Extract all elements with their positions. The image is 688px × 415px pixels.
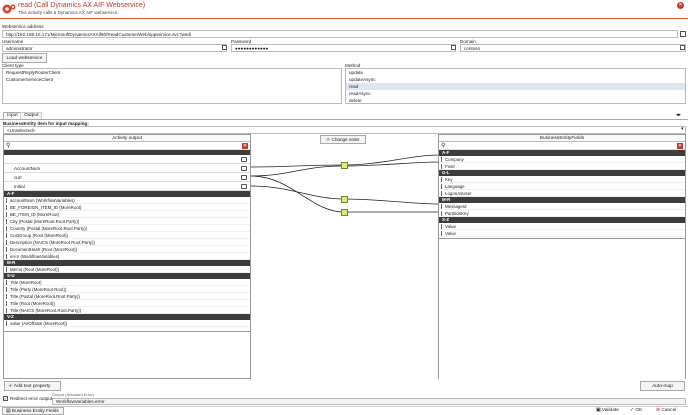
method-list[interactable]: update updateAsync read readAsync delete [345, 68, 686, 104]
cube-icon [241, 166, 247, 171]
list-item[interactable]: value (AsOfDate (MoreRoot)) [4, 320, 250, 327]
list-item[interactable]: Value [439, 230, 685, 237]
list-item[interactable]: City (Postal (MoreRoot.Root.Party)) [4, 218, 250, 225]
header-divider [0, 18, 688, 19]
list-item[interactable]: Language [439, 183, 685, 190]
mapping-node[interactable] [341, 209, 348, 216]
mapping-node[interactable] [341, 196, 348, 203]
search-icon[interactable]: ⚲ [441, 142, 445, 149]
client-type-list[interactable]: RequestReplyRouterClient CustomerService… [2, 68, 342, 104]
load-webservice-button[interactable]: Load webservice [2, 53, 47, 63]
checkmark-icon: ✓ [630, 408, 635, 413]
chevron-down-icon[interactable]: ▾ [681, 126, 684, 132]
password-input[interactable]: ●●●●●●●●●●●● [231, 44, 456, 52]
list-item[interactable]: Title (Party (MoreRoot.Root)) [4, 286, 250, 293]
list-item[interactable]: update [346, 69, 685, 76]
footer-divider [0, 406, 688, 407]
close-icon[interactable]: ✕ [677, 2, 684, 9]
list-item[interactable]: read [346, 83, 685, 90]
mapping-lines [251, 154, 439, 213]
list-item[interactable]: delete [346, 97, 685, 103]
tab-input[interactable]: Input [3, 112, 22, 119]
ok-button[interactable]: ✓ OK [630, 408, 642, 413]
tree-item[interactable] [4, 155, 250, 164]
list-item[interactable]: error (WorkflowVariables) [4, 253, 250, 260]
dialog-subtitle: This activity calls a Dynamics AX AIF we… [18, 10, 119, 15]
list-item[interactable]: Country (Postal (MoreRoot.Root.Party)) [4, 225, 250, 232]
redirect-output-label: Output (Standard Error): [52, 392, 96, 397]
list-item[interactable]: accountNum (WorkflowVariables) [4, 197, 250, 204]
activity-output-panel: Activity output ⚲ ✕ AccountNum curr Init… [3, 134, 251, 332]
clear-filter-icon[interactable]: ✕ [677, 143, 683, 149]
list-item[interactable]: Field [439, 163, 685, 170]
list-item[interactable]: CustomerServiceClient [3, 76, 341, 83]
list-item[interactable]: Title (NAICS (MoreRoot.Root.Party)) [4, 307, 250, 314]
business-entity-fields-button[interactable]: ▤ Business Entity Fields [2, 407, 64, 415]
app-logo-icon [2, 3, 16, 15]
mapping-node[interactable] [341, 162, 348, 169]
list-item[interactable]: CustGroup (Root (MoreRoot)) [4, 232, 250, 239]
list-item[interactable]: LogonAsUser [439, 190, 685, 197]
cube-icon [241, 175, 247, 180]
list-item[interactable]: DocumentHash (Root (MoreRoot)) [4, 246, 250, 253]
redirect-label: Redirect error output [10, 396, 53, 401]
cube-icon[interactable] [451, 45, 456, 50]
clear-filter-icon[interactable]: ✕ [242, 143, 248, 149]
search-icon[interactable]: ⚲ [6, 142, 10, 149]
auto-map-button[interactable]: Auto-map [640, 381, 685, 391]
cube-icon[interactable] [222, 45, 227, 50]
list-item[interactable]: RequestReplyRouterClient [3, 69, 341, 76]
business-entity-fields-title: BusinessEntityFields [439, 135, 685, 142]
cancel-button[interactable]: ⊗ Cancel [656, 408, 676, 413]
right-panel-extension [438, 239, 686, 379]
cube-icon[interactable] [680, 45, 685, 50]
list-item[interactable]: PartitionKey [439, 210, 685, 217]
list-item[interactable]: Key [439, 176, 685, 183]
scroll-arrows-icon[interactable]: ◂▸ [676, 112, 681, 118]
document-icon: ▣ [596, 408, 601, 413]
redirect-checkbox[interactable]: ✓ [3, 396, 8, 401]
list-icon: ▤ [6, 409, 11, 414]
tab-output[interactable]: Output [20, 112, 43, 119]
cancel-icon: ⊗ [656, 408, 661, 413]
tree-item-curr[interactable]: curr [4, 173, 250, 182]
list-item[interactable]: Description (NAICS (MoreRoot.Root.Party)… [4, 239, 250, 246]
list-item[interactable]: readAsync [346, 90, 685, 97]
business-entity-fields-panel: BusinessEntityFields ⚲ ✕ A-F Company Fie… [438, 134, 686, 239]
add-text-property-button[interactable]: ＋ Add text property [4, 381, 61, 391]
list-item[interactable]: BE_ITEM_ID (MoreRoot) [4, 211, 250, 218]
tabs-line [0, 119, 688, 120]
list-item[interactable]: Title (Root (MoreRoot)) [4, 300, 250, 307]
redirect-output-input[interactable]: WorkflowVariables.error [52, 398, 686, 405]
cube-icon [241, 184, 247, 189]
domain-input[interactable]: contoso [460, 44, 686, 52]
validate-button[interactable]: ▣ Validate [596, 408, 619, 413]
plus-icon: ＋ [8, 384, 13, 389]
entity-select[interactable]: <Unselected> [3, 126, 686, 134]
list-item[interactable]: BE_FOREIGN_ITEM_ID (MoreRoot) [4, 204, 250, 211]
list-item[interactable]: Company [439, 156, 685, 163]
list-item[interactable]: Value [439, 223, 685, 230]
cube-icon [241, 157, 247, 162]
activity-output-title: Activity output [4, 135, 250, 142]
left-panel-extension [3, 332, 251, 379]
username-input[interactable]: administrator [2, 44, 227, 52]
list-item[interactable]: Title (MoreRoot) [4, 279, 250, 286]
list-item[interactable]: Memo (Root (MoreRoot)) [4, 266, 250, 273]
list-item[interactable]: Title (Postal (MoreRoot.Root.Party)) [4, 293, 250, 300]
cube-icon[interactable] [680, 31, 686, 37]
dialog-title: read (Call Dynamics AX AIF Webservice) [18, 2, 146, 9]
list-item[interactable]: MessageId [439, 203, 685, 210]
tree-item-accountnum[interactable]: AccountNum [4, 164, 250, 173]
tree-item-initial[interactable]: Initial [4, 182, 250, 191]
webservice-label: Webservice address [2, 24, 44, 29]
webservice-address-input[interactable]: http://192.168.10.171/MicrosoftDynamicsA… [2, 30, 678, 38]
list-item[interactable]: updateAsync [346, 76, 685, 83]
